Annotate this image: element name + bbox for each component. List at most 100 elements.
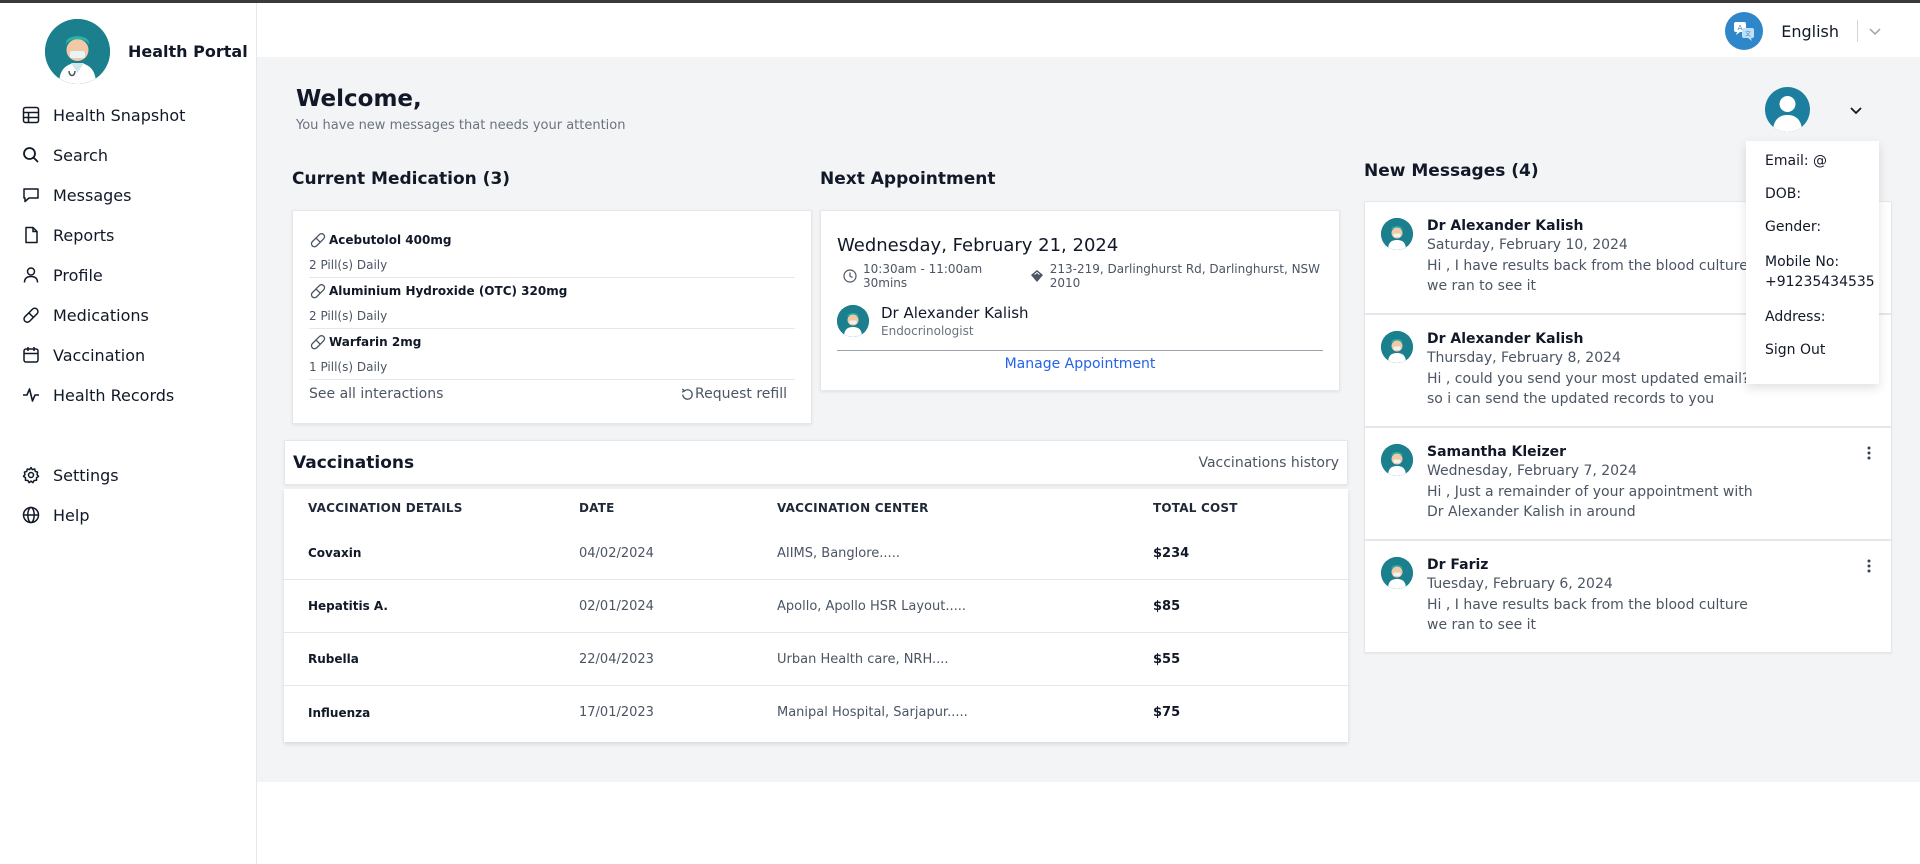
clock-icon (843, 269, 857, 283)
message-date: Wednesday, February 7, 2024 (1427, 463, 1637, 479)
message-sender: Dr Fariz (1427, 557, 1489, 573)
sidebar-item-help[interactable]: Help (20, 495, 250, 535)
avatar (837, 305, 869, 337)
user-icon (20, 264, 42, 286)
sidebar-item-medications[interactable]: Medications (20, 295, 250, 335)
vaccine-center: Apollo, Apollo HSR Layout..... (777, 598, 966, 614)
column-header: TOTAL COST (1153, 501, 1238, 515)
user-avatar[interactable] (1765, 87, 1810, 132)
message-preview: Hi , could you send your most updated em… (1427, 371, 1750, 407)
avatar (1381, 331, 1413, 363)
table-row[interactable]: Influenza 17/01/2023 Manipal Hospital, S… (284, 686, 1348, 739)
appointment-date: Wednesday, February 21, 2024 (837, 235, 1119, 256)
sidebar-item-label: Search (53, 145, 108, 165)
vaccine-date: 04/02/2024 (579, 545, 654, 561)
medication-name: Aluminium Hydroxide (OTC) 320mg (329, 284, 568, 298)
list-item: Acebutolol 400mg 2 Pill(s) Daily (309, 227, 795, 278)
pill-icon (309, 231, 327, 249)
appointment-doctor: Dr Alexander Kalish Endocrinologist (837, 304, 1323, 351)
vaccine-center: Urban Health care, NRH.... (777, 651, 949, 667)
vaccine-cost: $75 (1153, 705, 1181, 720)
message-item[interactable]: Samantha Kleizer Wednesday, February 7, … (1364, 427, 1892, 540)
sidebar-item-health-records[interactable]: Health Records (20, 375, 250, 415)
medication-name: Acebutolol 400mg (329, 233, 452, 247)
avatar (1381, 444, 1413, 476)
vaccine-center: Manipal Hospital, Sarjapur..... (777, 705, 968, 720)
medication-card: Acebutolol 400mg 2 Pill(s) Daily Alumini… (292, 210, 812, 424)
medication-dose: 2 Pill(s) Daily (309, 258, 388, 272)
request-refill-button[interactable]: Request refill (680, 386, 787, 402)
appointment-card: Wednesday, February 21, 2024 10:30am - 1… (820, 210, 1340, 391)
appointment-location: 213-219, Darlinghurst Rd, Darlinghurst, … (1049, 262, 1321, 290)
language-label: English (1781, 21, 1839, 41)
file-icon (20, 224, 42, 246)
sidebar-item-search[interactable]: Search (20, 135, 250, 175)
svg-text:文: 文 (1745, 30, 1751, 38)
sidebar-item-vaccination[interactable]: Vaccination (20, 335, 250, 375)
sidebar-item-label: Profile (53, 265, 103, 285)
more-vertical-icon[interactable] (1867, 446, 1871, 460)
column-header: VACCINATION CENTER (777, 501, 929, 515)
more-vertical-icon[interactable] (1867, 559, 1871, 573)
sidebar-item-settings[interactable]: Settings (20, 455, 250, 495)
request-refill-label: Request refill (695, 386, 787, 402)
medication-footer: See all interactions Request refill (309, 386, 795, 402)
table-row[interactable]: Covaxin 04/02/2024 AIIMS, Banglore..... … (284, 527, 1348, 580)
message-icon (20, 184, 42, 206)
chevron-down-icon[interactable] (1868, 24, 1882, 38)
vaccine-cost: $55 (1153, 651, 1181, 667)
vaccine-date: 17/01/2023 (579, 705, 654, 720)
doctor-avatar-icon (45, 19, 110, 84)
divider (1857, 20, 1858, 42)
location-icon (1030, 269, 1044, 283)
profile-mobile-value: +91235434535 (1765, 274, 1875, 290)
sidebar-item-reports[interactable]: Reports (20, 215, 250, 255)
column-header: VACCINATION DETAILS (308, 501, 463, 515)
doctor-name: Dr Alexander Kalish (881, 304, 1029, 322)
appointment-title: Next Appointment (820, 169, 996, 189)
sidebar-item-health-snapshot[interactable]: Health Snapshot (20, 95, 250, 135)
vaccine-date: 02/01/2024 (579, 598, 654, 614)
brand-name: Health Portal (128, 42, 248, 61)
vaccine-name: Influenza (308, 705, 371, 720)
message-sender: Dr Alexander Kalish (1427, 331, 1584, 347)
main-content: Welcome, You have new messages that need… (257, 57, 1920, 782)
sidebar-item-label: Vaccination (53, 345, 146, 365)
see-all-interactions-link[interactable]: See all interactions (309, 386, 443, 402)
calendar-icon (20, 344, 42, 366)
profile-dropdown: Email: @ DOB: Gender: Mobile No: +912354… (1746, 141, 1879, 384)
sidebar-item-label: Settings (53, 465, 119, 485)
page-title: Welcome, (296, 86, 422, 112)
chevron-down-icon[interactable] (1848, 102, 1864, 122)
message-date: Saturday, February 10, 2024 (1427, 237, 1628, 253)
manage-appointment-link[interactable]: Manage Appointment (837, 356, 1323, 372)
pill-icon (20, 304, 42, 326)
language-selector[interactable]: A 文 English (1725, 12, 1882, 50)
vaccinations-history-link[interactable]: Vaccinations history (1198, 455, 1339, 471)
search-icon (20, 144, 42, 166)
vaccine-name: Hepatitis A. (308, 599, 388, 613)
top-bar: A 文 English (257, 3, 1920, 57)
sign-out-button[interactable]: Sign Out (1765, 342, 1879, 358)
message-preview: Hi , Just a remainder of your appointmen… (1427, 484, 1753, 520)
activity-icon (20, 384, 42, 406)
table-row[interactable]: Rubella 22/04/2023 Urban Health care, NR… (284, 633, 1348, 686)
sidebar-item-label: Health Snapshot (53, 105, 186, 125)
appointment-time: 10:30am - 11:00am 30mins (863, 262, 983, 290)
vaccine-cost: $234 (1153, 545, 1190, 561)
profile-gender: Gender: (1765, 219, 1822, 235)
list-item: Aluminium Hydroxide (OTC) 320mg 2 Pill(s… (309, 278, 795, 329)
gear-icon (20, 464, 42, 486)
message-item[interactable]: Dr Fariz Tuesday, February 6, 2024 Hi , … (1364, 540, 1892, 653)
svg-text:A: A (1738, 24, 1743, 32)
brand[interactable]: Health Portal (45, 19, 248, 84)
sidebar-item-profile[interactable]: Profile (20, 255, 250, 295)
pill-icon (309, 333, 327, 351)
refresh-icon (680, 387, 695, 402)
sidebar-item-messages[interactable]: Messages (20, 175, 250, 215)
profile-mobile-label: Mobile No: (1765, 254, 1840, 270)
translate-icon: A 文 (1725, 12, 1764, 50)
page-subtitle: You have new messages that needs your at… (296, 118, 626, 133)
table-row[interactable]: Hepatitis A. 02/01/2024 Apollo, Apollo H… (284, 580, 1348, 633)
sidebar-item-label: Health Records (53, 385, 175, 405)
